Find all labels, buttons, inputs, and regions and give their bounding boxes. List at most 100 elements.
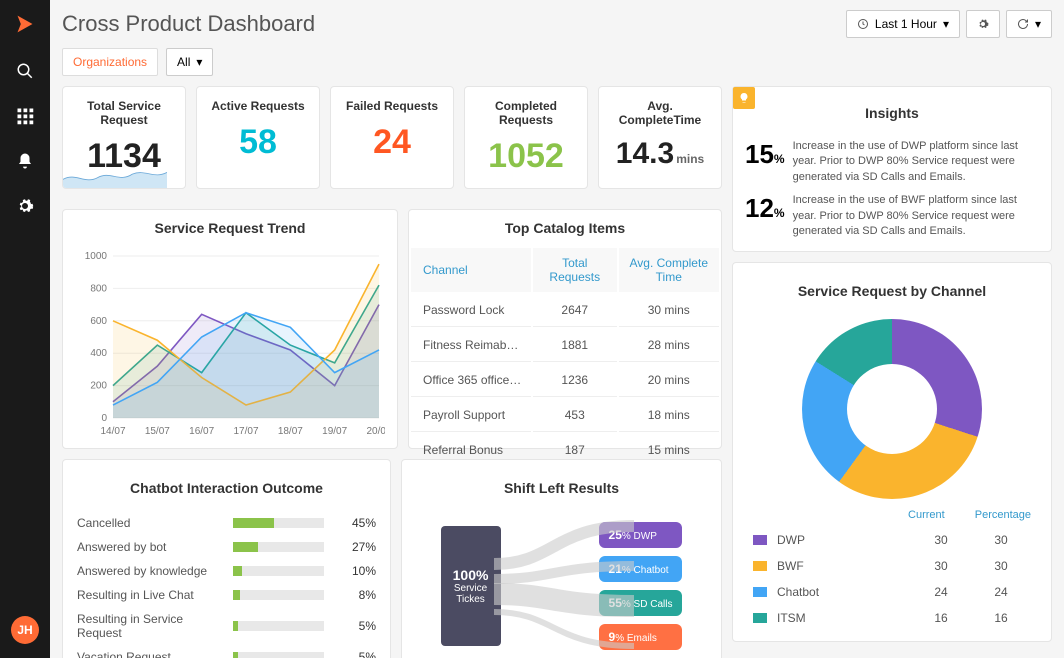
main-columns: Total Service Request 1134 Active Reques…	[62, 86, 1052, 658]
legend-current: 24	[911, 585, 971, 599]
insight-text: Increase in the use of BWF platform sinc…	[793, 193, 1039, 239]
svg-text:1000: 1000	[85, 251, 108, 262]
insight-pct: 12%	[745, 193, 785, 224]
kpi-value: 14.3mins	[616, 137, 704, 170]
search-icon[interactable]	[16, 62, 34, 85]
legend-col-current: Current	[908, 509, 945, 521]
filter-organizations[interactable]: Organizations	[62, 48, 158, 76]
catalog-title: Top Catalog Items	[409, 210, 721, 246]
shift-source: 100% Service Tickes	[441, 526, 501, 646]
cell-total: 2647	[533, 294, 617, 327]
avatar[interactable]: JH	[11, 616, 39, 644]
svg-text:14/07: 14/07	[100, 426, 125, 437]
shift-card: Shift Left Results 100% Service Tickes	[401, 459, 722, 658]
svg-text:18/07: 18/07	[278, 426, 303, 437]
gear-icon[interactable]	[16, 197, 34, 220]
svg-text:17/07: 17/07	[233, 426, 258, 437]
chatbot-card: Chatbot Interaction Outcome Cancelled45%…	[62, 459, 391, 658]
shift-target: 55% SD Calls	[599, 590, 683, 616]
insights-title: Insights	[745, 95, 1039, 131]
bar-bg	[233, 652, 324, 658]
kpi-avg[interactable]: Avg. CompleteTime 14.3mins	[598, 86, 722, 189]
trend-title: Service Request Trend	[63, 210, 397, 246]
chevron-down-icon: ▾	[1035, 17, 1041, 31]
bar-row: Cancelled45%	[77, 516, 376, 530]
chatbot-title: Chatbot Interaction Outcome	[77, 470, 376, 506]
table-row[interactable]: Office 365 office Ed…123620 mins	[411, 364, 719, 397]
svg-text:600: 600	[90, 316, 107, 327]
cell-avg: 28 mins	[619, 329, 719, 362]
swatch	[753, 587, 767, 597]
insight-row: 15% Increase in the use of DWP platform s…	[745, 139, 1039, 185]
sidebar: JH	[0, 0, 50, 658]
bar-row: Answered by bot27%	[77, 540, 376, 554]
trend-chart: 0200400600800100014/0715/0716/0717/0718/…	[75, 250, 385, 440]
kpi-value: 1052	[488, 137, 564, 175]
swatch	[753, 613, 767, 623]
col-total[interactable]: Total Requests	[533, 248, 617, 292]
legend-pct: 24	[971, 585, 1031, 599]
svg-text:800: 800	[90, 283, 107, 294]
swatch	[753, 535, 767, 545]
bar-row: Resulting in Live Chat8%	[77, 588, 376, 602]
bar-row: Answered by knowledge10%	[77, 564, 376, 578]
table-row[interactable]: Fitness Reimaburse…188128 mins	[411, 329, 719, 362]
catalog-card: Top Catalog Items Channel Total Requests…	[408, 209, 722, 449]
table-row[interactable]: Password Lock264730 mins	[411, 294, 719, 327]
cell-channel: Password Lock	[411, 294, 531, 327]
cell-total: 1236	[533, 364, 617, 397]
main: Cross Product Dashboard Last 1 Hour ▾ ▾ …	[50, 0, 1064, 658]
legend-col-pct: Percentage	[975, 509, 1031, 521]
col-avg[interactable]: Avg. Complete Time	[619, 248, 719, 292]
legend-pct: 16	[971, 611, 1031, 625]
refresh-button[interactable]: ▾	[1006, 10, 1052, 38]
kpi-label: Active Requests	[203, 99, 313, 113]
table-row[interactable]: Payroll Support45318 mins	[411, 399, 719, 432]
kpi-label: Total Service Request	[69, 99, 179, 127]
kpi-value: 58	[239, 123, 277, 161]
channel-title: Service Request by Channel	[743, 273, 1041, 309]
legend-row: Chatbot2424	[743, 579, 1041, 605]
bar-label: Resulting in Service Request	[77, 612, 217, 640]
legend-pct: 30	[971, 559, 1031, 573]
shift-target: 21% Chatbot	[599, 556, 683, 582]
legend-row: BWF3030	[743, 553, 1041, 579]
kpi-failed[interactable]: Failed Requests 24	[330, 86, 454, 189]
svg-text:200: 200	[90, 381, 107, 392]
kpi-total[interactable]: Total Service Request 1134	[62, 86, 186, 189]
kpi-label: Avg. CompleteTime	[605, 99, 715, 127]
bar-label: Vacation Request	[77, 650, 217, 658]
shift-target: 25% DWP	[599, 522, 683, 548]
kpi-active[interactable]: Active Requests 58	[196, 86, 320, 189]
donut-chart	[802, 319, 982, 499]
bar-pct: 8%	[340, 588, 376, 602]
timerange-dropdown[interactable]: Last 1 Hour ▾	[846, 10, 960, 38]
insight-text: Increase in the use of DWP platform sinc…	[793, 139, 1039, 185]
settings-button[interactable]	[966, 10, 1000, 38]
kpi-row: Total Service Request 1134 Active Reques…	[62, 86, 722, 189]
filter-all-dropdown[interactable]: All ▾	[166, 48, 213, 76]
cell-avg: 18 mins	[619, 399, 719, 432]
topbar: Cross Product Dashboard Last 1 Hour ▾ ▾	[62, 10, 1052, 38]
shift-target: 9% Emails	[599, 624, 683, 650]
legend-pct: 30	[971, 533, 1031, 547]
kpi-completed[interactable]: Completed Requests 1052	[464, 86, 588, 189]
apps-icon[interactable]	[16, 107, 34, 130]
bell-icon[interactable]	[16, 152, 34, 175]
svg-text:20/07: 20/07	[366, 426, 385, 437]
bar-row: Resulting in Service Request5%	[77, 612, 376, 640]
col-channel[interactable]: Channel	[411, 248, 531, 292]
channel-card: Service Request by Channel Current Perce…	[732, 262, 1052, 642]
filters: Organizations All ▾	[62, 48, 1052, 76]
swatch	[753, 561, 767, 571]
chevron-down-icon: ▾	[196, 55, 202, 69]
kpi-label: Completed Requests	[471, 99, 581, 127]
cell-channel: Fitness Reimaburse…	[411, 329, 531, 362]
insight-pct: 15%	[745, 139, 785, 170]
svg-text:16/07: 16/07	[189, 426, 214, 437]
cell-channel: Office 365 office Ed…	[411, 364, 531, 397]
bar-label: Cancelled	[77, 516, 217, 530]
shift-title: Shift Left Results	[412, 470, 711, 506]
bar-row: Vacation Request5%	[77, 650, 376, 658]
legend-current: 30	[911, 533, 971, 547]
